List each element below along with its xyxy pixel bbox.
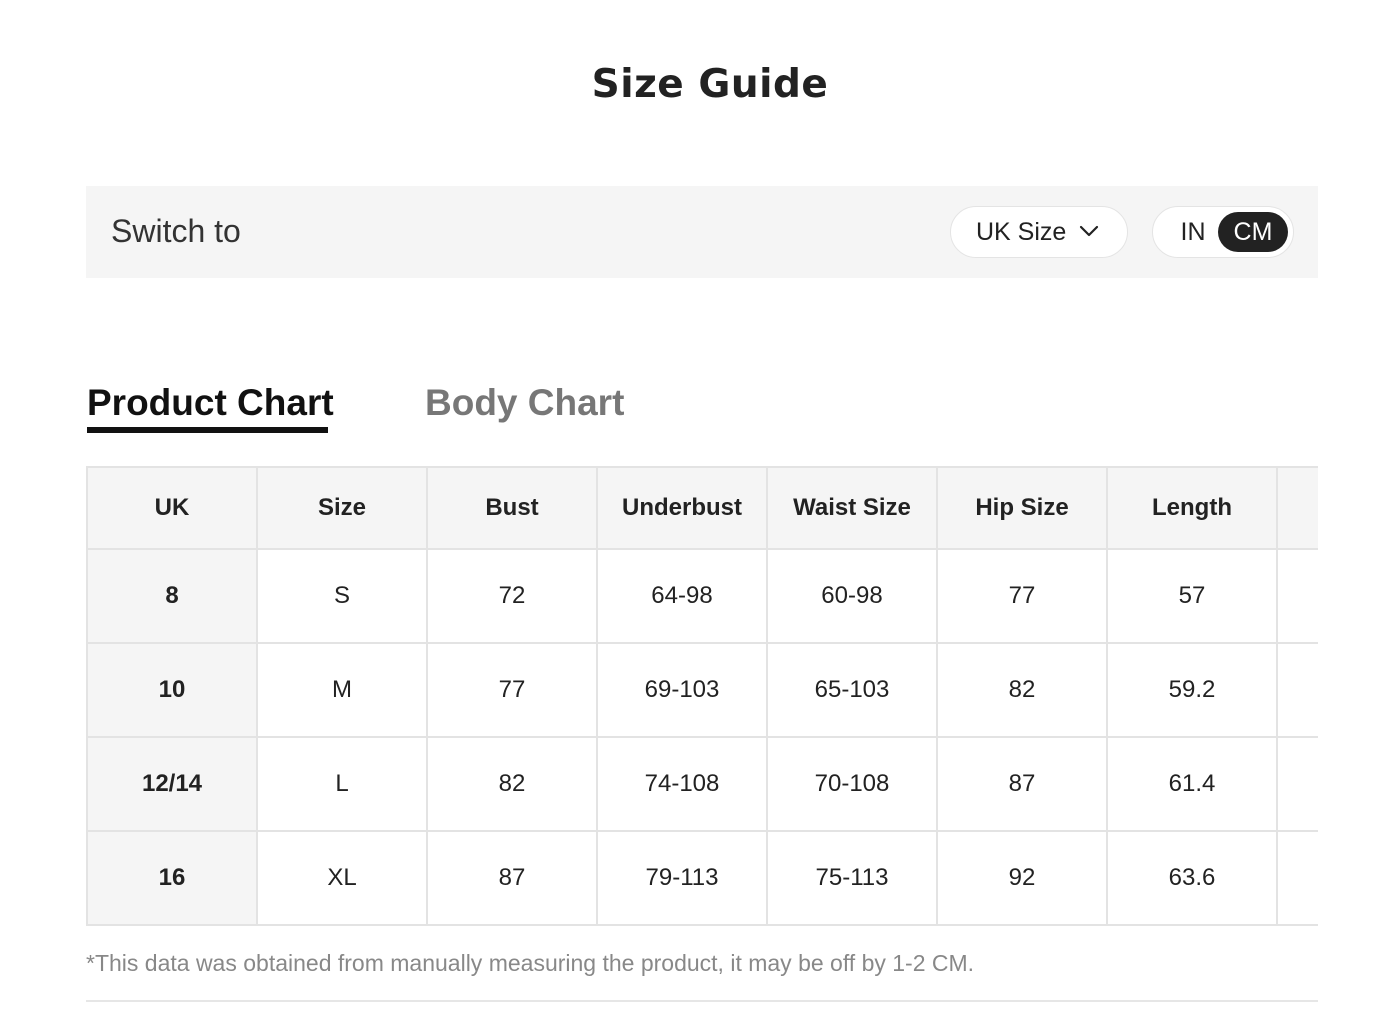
table-cell: 57 <box>1106 548 1278 644</box>
table-cell <box>1276 830 1318 926</box>
table-cell <box>1276 548 1318 644</box>
table-cell-uk: 16 <box>86 830 258 926</box>
size-table: UK Size Bust Underbust Waist Size Hip Si… <box>86 466 1318 926</box>
table-cell: 69-103 <box>596 642 768 738</box>
table-cell: 87 <box>936 736 1108 832</box>
table-cell-uk: 8 <box>86 548 258 644</box>
table-cell-uk: 12/14 <box>86 736 258 832</box>
table-cell: 59.2 <box>1106 642 1278 738</box>
column-header-uk: UK <box>86 466 258 550</box>
column-header-bust: Bust <box>426 466 598 550</box>
active-tab-indicator <box>87 427 328 433</box>
table-row: 12/14 L 82 74-108 70-108 87 61.4 <box>86 736 1318 832</box>
divider <box>86 1000 1318 1002</box>
table-cell: 82 <box>936 642 1108 738</box>
unit-in-button[interactable]: IN <box>1165 212 1221 252</box>
column-header-overflow <box>1276 466 1318 550</box>
table-cell <box>1276 736 1318 832</box>
table-cell: 64-98 <box>596 548 768 644</box>
table-row: 16 XL 87 79-113 75-113 92 63.6 <box>86 830 1318 926</box>
table-cell <box>1276 642 1318 738</box>
table-row: 10 M 77 69-103 65-103 82 59.2 <box>86 642 1318 738</box>
chevron-down-icon <box>1079 225 1099 237</box>
page-title: Size Guide <box>591 62 829 107</box>
table-header-row: UK Size Bust Underbust Waist Size Hip Si… <box>86 466 1318 550</box>
tab-body-chart[interactable]: Body Chart <box>425 382 624 436</box>
table-cell-uk: 10 <box>86 642 258 738</box>
table-cell: 79-113 <box>596 830 768 926</box>
switch-bar: Switch to UK Size IN CM <box>86 186 1318 278</box>
table-cell: XL <box>256 830 428 926</box>
table-cell: 70-108 <box>766 736 938 832</box>
column-header-size: Size <box>256 466 428 550</box>
column-header-underbust: Underbust <box>596 466 768 550</box>
size-table-container[interactable]: UK Size Bust Underbust Waist Size Hip Si… <box>86 466 1318 926</box>
switch-label: Switch to <box>111 213 241 249</box>
column-header-hip-size: Hip Size <box>936 466 1108 550</box>
unit-cm-button[interactable]: CM <box>1218 212 1288 252</box>
table-cell: 72 <box>426 548 598 644</box>
column-header-length: Length <box>1106 466 1278 550</box>
table-cell: 60-98 <box>766 548 938 644</box>
size-system-select[interactable]: UK Size <box>950 206 1128 258</box>
table-cell: 75-113 <box>766 830 938 926</box>
size-system-label: UK Size <box>976 218 1067 246</box>
table-cell: 77 <box>936 548 1108 644</box>
table-cell: 65-103 <box>766 642 938 738</box>
table-cell: 74-108 <box>596 736 768 832</box>
unit-toggle: IN CM <box>1152 206 1294 258</box>
table-cell: 61.4 <box>1106 736 1278 832</box>
table-cell: M <box>256 642 428 738</box>
table-cell: 63.6 <box>1106 830 1278 926</box>
table-cell: S <box>256 548 428 644</box>
measurement-footnote: *This data was obtained from manually me… <box>86 950 975 976</box>
column-header-waist-size: Waist Size <box>766 466 938 550</box>
table-cell: L <box>256 736 428 832</box>
table-cell: 92 <box>936 830 1108 926</box>
table-row: 8 S 72 64-98 60-98 77 57 <box>86 548 1318 644</box>
table-cell: 77 <box>426 642 598 738</box>
table-cell: 87 <box>426 830 598 926</box>
table-cell: 82 <box>426 736 598 832</box>
